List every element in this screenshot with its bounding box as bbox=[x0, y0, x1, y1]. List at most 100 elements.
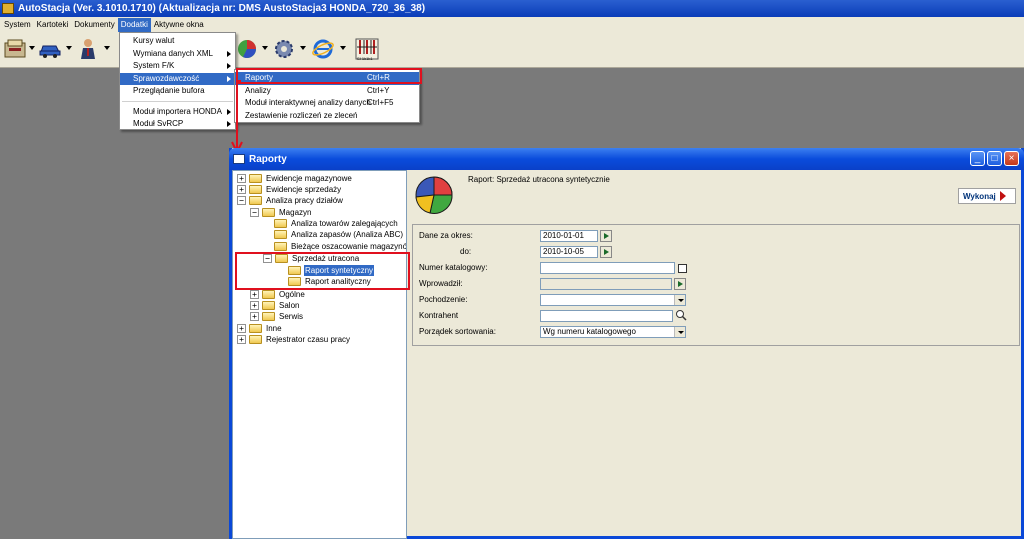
tree-node-salon[interactable]: + Salon bbox=[250, 300, 300, 311]
entered-by-select-button[interactable] bbox=[674, 278, 686, 290]
search-magnifier-icon[interactable] bbox=[675, 309, 687, 321]
contractor-label: Kontrahent bbox=[419, 311, 459, 320]
tree-node-rejestrator-czasu[interactable]: + Rejestrator czasu pracy bbox=[237, 334, 351, 345]
expand-plus-icon[interactable]: + bbox=[237, 185, 246, 194]
date-to-field[interactable]: 2010-10-05 bbox=[540, 246, 598, 258]
folder-icon bbox=[249, 324, 262, 333]
menu-aktywne-okna[interactable]: Aktywne okna bbox=[151, 18, 207, 32]
internet-explorer-icon[interactable] bbox=[309, 35, 337, 63]
tree-node-magazyn[interactable]: − Magazyn bbox=[250, 207, 312, 218]
menu-item-sprawozdawczosc[interactable]: Sprawozdawczość bbox=[120, 72, 235, 85]
expand-plus-icon[interactable]: + bbox=[250, 312, 259, 321]
expand-plus-icon[interactable]: + bbox=[237, 174, 246, 183]
maximize-button[interactable]: □ bbox=[987, 151, 1002, 166]
person-icon[interactable] bbox=[74, 35, 102, 63]
chevron-down-icon[interactable] bbox=[674, 327, 685, 337]
tree-node-biezace-oszacowanie[interactable]: Bieżące oszacowanie magazynów bbox=[274, 241, 406, 252]
cash-register-icon[interactable] bbox=[1, 35, 29, 63]
menu-item-kursy-walut[interactable]: Kursy walut bbox=[120, 35, 235, 48]
entered-by-field[interactable] bbox=[540, 278, 672, 290]
date-to-picker-button[interactable] bbox=[600, 246, 612, 258]
expand-plus-icon[interactable]: + bbox=[250, 301, 259, 310]
date-from-field[interactable]: 2010-01-01 bbox=[540, 230, 598, 242]
pie-chart-logo-icon bbox=[415, 176, 453, 214]
to-label: do: bbox=[460, 247, 472, 256]
annotation-arrow bbox=[231, 80, 243, 154]
tree-node-analiza-zapasow[interactable]: Analiza zapasów (Analiza ABC) bbox=[274, 229, 404, 240]
tree-node-ewidencje-magazynowe[interactable]: + Ewidencje magazynowe bbox=[237, 173, 353, 184]
run-report-label: Wykonaj bbox=[963, 191, 996, 201]
app-title: AutoStacja (Ver. 3.1010.1710) (Aktualiza… bbox=[18, 3, 426, 14]
settings-gear-icon[interactable] bbox=[270, 35, 298, 63]
menu-bar: System Kartoteki Dokumenty Dodatki Aktyw… bbox=[0, 17, 1024, 32]
menu-dokumenty[interactable]: Dokumenty bbox=[71, 18, 117, 32]
app-titlebar: AutoStacja (Ver. 3.1010.1710) (Aktualiza… bbox=[0, 0, 1024, 17]
tree-node-ogolne[interactable]: + Ogólne bbox=[250, 289, 306, 300]
reports-icon[interactable] bbox=[233, 35, 261, 63]
expand-plus-icon[interactable]: + bbox=[237, 324, 246, 333]
catalog-number-label: Numer katalogowy: bbox=[419, 263, 488, 272]
barcode-icon-text: SI 1k1k1 bbox=[357, 56, 373, 61]
window-icon bbox=[233, 154, 245, 164]
folder-icon bbox=[249, 174, 262, 183]
catalog-number-checkbox[interactable] bbox=[678, 264, 687, 273]
folder-icon bbox=[262, 301, 275, 310]
dodatki-menu: Kursy walut Wymiana danych XML System F/… bbox=[119, 32, 236, 130]
app-icon bbox=[2, 3, 14, 14]
car-icon[interactable] bbox=[36, 35, 64, 63]
folder-icon bbox=[274, 242, 287, 251]
menu-item-modul-svrcp[interactable]: Moduł SvRCP bbox=[120, 118, 235, 131]
menu-item-przegladanie-bufora[interactable]: Przeglądanie bufora bbox=[120, 85, 235, 98]
collapse-minus-icon[interactable]: − bbox=[250, 208, 259, 217]
sort-order-dropdown[interactable]: Wg numeru katalogowego bbox=[540, 326, 686, 338]
report-title: Raport: Sprzedaż utracona syntetycznie bbox=[468, 175, 610, 184]
raporty-window-titlebar: Raporty bbox=[229, 148, 1024, 170]
menu-item-system-fk[interactable]: System F/K bbox=[120, 60, 235, 73]
chevron-down-icon[interactable] bbox=[674, 295, 685, 305]
barcode-report-icon[interactable]: SI 1k1k1 bbox=[353, 35, 381, 63]
menu-dodatki[interactable]: Dodatki bbox=[117, 17, 151, 32]
sort-order-value: Wg numeru katalogowego bbox=[543, 327, 636, 336]
close-button[interactable]: × bbox=[1004, 151, 1019, 166]
folder-icon bbox=[274, 219, 287, 228]
play-icon bbox=[999, 191, 1006, 201]
submenu-item-zestawienie-rozliczen[interactable]: Zestawienie rozliczeń ze zleceń bbox=[235, 110, 419, 123]
window-title: Raporty bbox=[249, 153, 287, 165]
submenu-item-analizy[interactable]: Analizy Ctrl+Y bbox=[235, 85, 419, 98]
folder-open-icon bbox=[262, 208, 275, 217]
tree-node-serwis[interactable]: + Serwis bbox=[250, 311, 304, 322]
expand-plus-icon[interactable]: + bbox=[237, 335, 246, 344]
sort-order-label: Porządek sortowania: bbox=[419, 327, 496, 336]
report-parameters-form bbox=[412, 224, 1020, 346]
folder-icon bbox=[262, 290, 275, 299]
folder-icon bbox=[249, 185, 262, 194]
folder-icon bbox=[274, 230, 287, 239]
expand-plus-icon[interactable]: + bbox=[250, 290, 259, 299]
report-header: Raport: Sprzedaż utracona syntetycznie bbox=[410, 171, 1020, 221]
period-label: Dane za okres: bbox=[419, 231, 473, 240]
menu-item-modul-honda[interactable]: Moduł importera HONDA bbox=[120, 106, 235, 119]
run-report-button[interactable]: Wykonaj bbox=[958, 188, 1016, 204]
menu-kartoteki[interactable]: Kartoteki bbox=[34, 18, 72, 32]
date-from-picker-button[interactable] bbox=[600, 230, 612, 242]
entered-by-label: Wprowadził: bbox=[419, 279, 463, 288]
folder-open-icon bbox=[249, 196, 262, 205]
minimize-button[interactable]: _ bbox=[970, 151, 985, 166]
menu-item-wymiana-xml[interactable]: Wymiana danych XML bbox=[120, 48, 235, 61]
annotation-box-sprzedaz-utracona bbox=[235, 252, 410, 290]
origin-label: Pochodzenie: bbox=[419, 295, 468, 304]
report-tree: + Ewidencje magazynowe + Ewidencje sprzeda… bbox=[232, 170, 407, 539]
tree-node-ewidencje-sprzedazy[interactable]: + Ewidencje sprzedaży bbox=[237, 184, 342, 195]
annotation-box-raporty-menu bbox=[236, 68, 422, 84]
folder-icon bbox=[249, 335, 262, 344]
catalog-number-input[interactable] bbox=[540, 262, 675, 274]
origin-dropdown[interactable] bbox=[540, 294, 686, 306]
collapse-minus-icon[interactable]: − bbox=[237, 196, 246, 205]
tree-node-inne[interactable]: + Inne bbox=[237, 323, 283, 334]
submenu-item-interaktywna-analiza[interactable]: Moduł interaktywnej analizy danych Ctrl+F… bbox=[235, 97, 419, 110]
contractor-input[interactable] bbox=[540, 310, 673, 322]
tree-node-analiza-pracy-dzialow[interactable]: − Analiza pracy działów bbox=[237, 195, 344, 206]
folder-icon bbox=[262, 312, 275, 321]
tree-node-analiza-towarow[interactable]: Analiza towarów zalegających bbox=[274, 218, 399, 229]
menu-system[interactable]: System bbox=[1, 18, 34, 32]
